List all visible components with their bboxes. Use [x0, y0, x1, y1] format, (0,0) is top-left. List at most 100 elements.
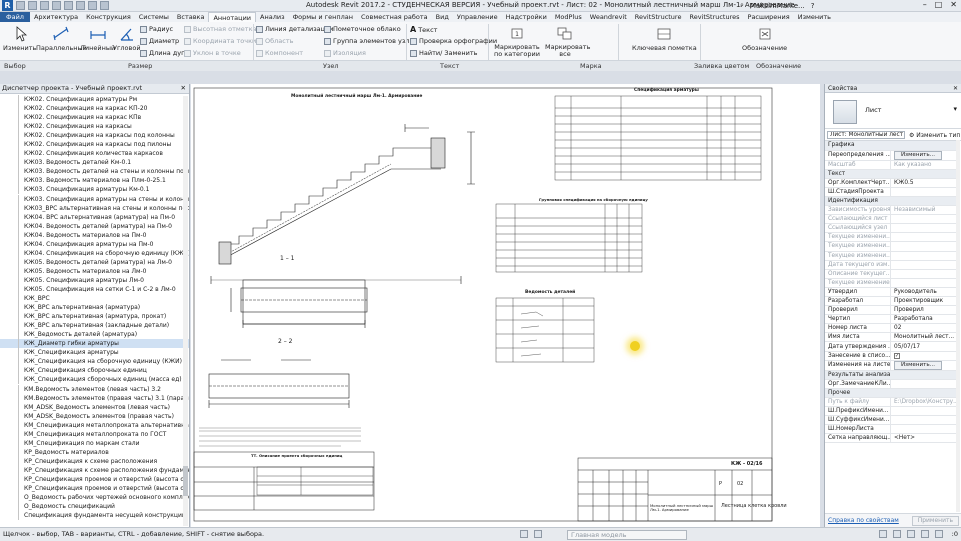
property-row[interactable]: Текущее изменени...: [825, 251, 956, 261]
property-value[interactable]: Разработала: [890, 314, 956, 325]
property-value[interactable]: Проектировщик: [890, 296, 956, 307]
instance-filter-dropdown[interactable]: Лист: Монолитный лест: [827, 131, 905, 139]
property-row[interactable]: Описание текущег...: [825, 269, 956, 279]
property-row[interactable]: Ссылающийся узел: [825, 223, 956, 234]
browser-item[interactable]: КМ_Спецификация металлопроката по ГОСТ: [0, 429, 189, 439]
tab-12[interactable]: ModPlus: [551, 12, 586, 22]
property-value[interactable]: Руководитель: [890, 287, 956, 298]
browser-item[interactable]: КЖ03. Ведомость деталей на стены и колон…: [0, 167, 189, 177]
worksets-icon[interactable]: [520, 530, 528, 538]
measure-icon[interactable]: [76, 1, 85, 10]
spelling-button[interactable]: Проверка орфографии: [410, 37, 497, 45]
property-group[interactable]: Текст: [825, 169, 956, 179]
property-row[interactable]: Зависимость уровня Независимый: [825, 205, 956, 216]
property-row[interactable]: Дата утверждения ... 05/07/17: [825, 341, 956, 352]
property-row[interactable]: Ш.НомерЛиста: [825, 424, 956, 435]
property-row[interactable]: Дата текущего изм...: [825, 260, 956, 270]
panel-symbol[interactable]: Обозначение: [756, 62, 801, 70]
property-value[interactable]: ✓: [890, 351, 956, 361]
property-row[interactable]: Занесение в списо... ✓: [825, 351, 956, 361]
browser-item[interactable]: КЖ03. Спецификация арматуры Км-0.1: [0, 185, 189, 195]
browser-item[interactable]: КЖ02. Спецификация на каркасы: [0, 122, 189, 132]
property-row[interactable]: Текущее изменени...: [825, 232, 956, 243]
browser-item[interactable]: КМ_Спецификация металлопроката альтернат…: [0, 420, 189, 430]
tab-2[interactable]: Конструкция: [82, 12, 135, 22]
browser-item[interactable]: КЖ03. Ведомость деталей Км-0.1: [0, 158, 189, 168]
panel-text[interactable]: Текст: [440, 62, 459, 70]
tab-1[interactable]: Архитектура: [30, 12, 82, 22]
select-pinned-icon[interactable]: [907, 530, 915, 538]
browser-item[interactable]: КЖ04. Ведомость материалов на Пм-0: [0, 230, 189, 240]
properties-help-link[interactable]: Справка по свойствам: [828, 517, 899, 524]
property-value[interactable]: <Нет>: [890, 433, 956, 444]
browser-item[interactable]: КЖ_Спецификация арматуры: [0, 348, 189, 358]
browser-item[interactable]: КЖ04. Спецификация на сборочную единицу …: [0, 248, 189, 258]
browser-item[interactable]: Спецификация фундамента несущей конструк…: [0, 511, 189, 521]
find-replace-button[interactable]: Найти/ Заменить: [410, 49, 478, 57]
search-icon[interactable]: ⌕: [740, 1, 744, 10]
browser-item[interactable]: КЖ02. Спецификация на каркас КПв: [0, 113, 189, 123]
tag-by-category-button[interactable]: 1 Маркировать по категории: [493, 26, 541, 58]
property-group[interactable]: Графика: [825, 141, 956, 151]
browser-item[interactable]: КР_Ведомость материалов: [0, 447, 189, 457]
user-name[interactable]: MaksimMarke...: [750, 2, 805, 10]
save-icon[interactable]: [28, 1, 37, 10]
undo-icon[interactable]: [40, 1, 49, 10]
type-selector[interactable]: Лист ▾: [825, 93, 961, 129]
select-links-icon[interactable]: [879, 530, 887, 538]
browser-item[interactable]: КЖ_ВРС альтернативная (арматура, прокат): [0, 312, 189, 322]
property-value[interactable]: [890, 415, 956, 426]
tab-6[interactable]: Анализ: [256, 12, 289, 22]
browser-item[interactable]: КЖ04. Спецификация арматуры на Пм-0: [0, 239, 189, 249]
scrollbar-thumb[interactable]: [183, 466, 188, 496]
angular-dimension-button[interactable]: Угловой: [113, 26, 141, 52]
property-value[interactable]: [890, 424, 956, 435]
property-row[interactable]: Ш.СуффиксИмени...: [825, 415, 956, 426]
detail-group-button[interactable]: Группа элементов узла: [324, 37, 413, 45]
browser-item[interactable]: КЖ03_ВРС альтернативная на стены и колон…: [0, 203, 189, 213]
property-row[interactable]: Проверил Проверил: [825, 305, 956, 316]
property-row[interactable]: Изменения на листе Изменить...: [825, 360, 956, 371]
browser-item[interactable]: КЖ_ВРС альтернативная (закладные детали): [0, 321, 189, 331]
tab-0[interactable]: Файл: [0, 12, 30, 22]
tab-11[interactable]: Надстройки: [502, 12, 551, 22]
browser-item[interactable]: КЖ03. Ведомость материалов на Плм-0-25.1: [0, 176, 189, 186]
region-button[interactable]: Область: [256, 37, 293, 45]
diameter-dimension-button[interactable]: Диаметр: [140, 37, 179, 45]
spot-slope-button[interactable]: Уклон в точке: [184, 49, 241, 57]
drawing-area[interactable]: Монолитный лестничный марш Лм-1. Армиров…: [191, 84, 820, 527]
open-icon[interactable]: [16, 1, 25, 10]
tab-16[interactable]: Расширения: [744, 12, 794, 22]
browser-item[interactable]: КЖ02. Спецификация на каркас КП-20: [0, 104, 189, 114]
property-row[interactable]: Сетка направляющ... <Нет>: [825, 433, 956, 444]
property-row[interactable]: Орг.ЗамечаниеКЛи...: [825, 379, 956, 389]
browser-item[interactable]: КМ_ADSK_Ведомость элементов (правая част…: [0, 411, 189, 421]
browser-item[interactable]: КЖ02. Спецификация на каркасы под колонн…: [0, 131, 189, 141]
property-row[interactable]: Чертил Разработала: [825, 314, 956, 325]
arc-length-button[interactable]: Длина дуги: [140, 49, 189, 57]
selection-filter-count[interactable]: :0: [952, 530, 958, 538]
property-row[interactable]: Утвердил Руководитель: [825, 287, 956, 298]
browser-item[interactable]: КЖ_Диаметр гибки арматуры: [0, 339, 189, 349]
browser-item[interactable]: КЖ_Спецификация сборочных единиц (масса …: [0, 375, 189, 385]
tab-14[interactable]: RevitStructure: [631, 12, 686, 22]
tab-7[interactable]: Формы и генплан: [289, 12, 357, 22]
property-value[interactable]: Проверил: [890, 305, 956, 316]
browser-item[interactable]: КЖ05. Ведомость деталей (арматура) на Лм…: [0, 257, 189, 267]
symbol-button[interactable]: Обозначение: [742, 26, 787, 52]
properties-scrollbar[interactable]: [956, 140, 960, 512]
text-button[interactable]: A Текст: [410, 25, 437, 34]
select-by-face-icon[interactable]: [921, 530, 929, 538]
property-value[interactable]: [890, 187, 956, 197]
text-tool-icon[interactable]: [88, 1, 97, 10]
property-value[interactable]: Изменить...: [890, 360, 956, 371]
browser-item[interactable]: КР_Спецификация проемов и отверстий (выс…: [0, 484, 189, 494]
tab-17[interactable]: Изменить: [794, 12, 835, 22]
redo-icon[interactable]: [52, 1, 61, 10]
browser-item[interactable]: О_Ведомость спецификаций: [0, 502, 189, 512]
checkbox[interactable]: ✓: [894, 352, 900, 359]
tab-4[interactable]: Вставка: [173, 12, 209, 22]
browser-item[interactable]: КМ.Ведомость элементов (левая часть) 3.2: [0, 384, 189, 394]
active-model-selector[interactable]: Главная модель: [567, 530, 687, 540]
property-row[interactable]: Ш.ПрефиксИмени...: [825, 406, 956, 417]
